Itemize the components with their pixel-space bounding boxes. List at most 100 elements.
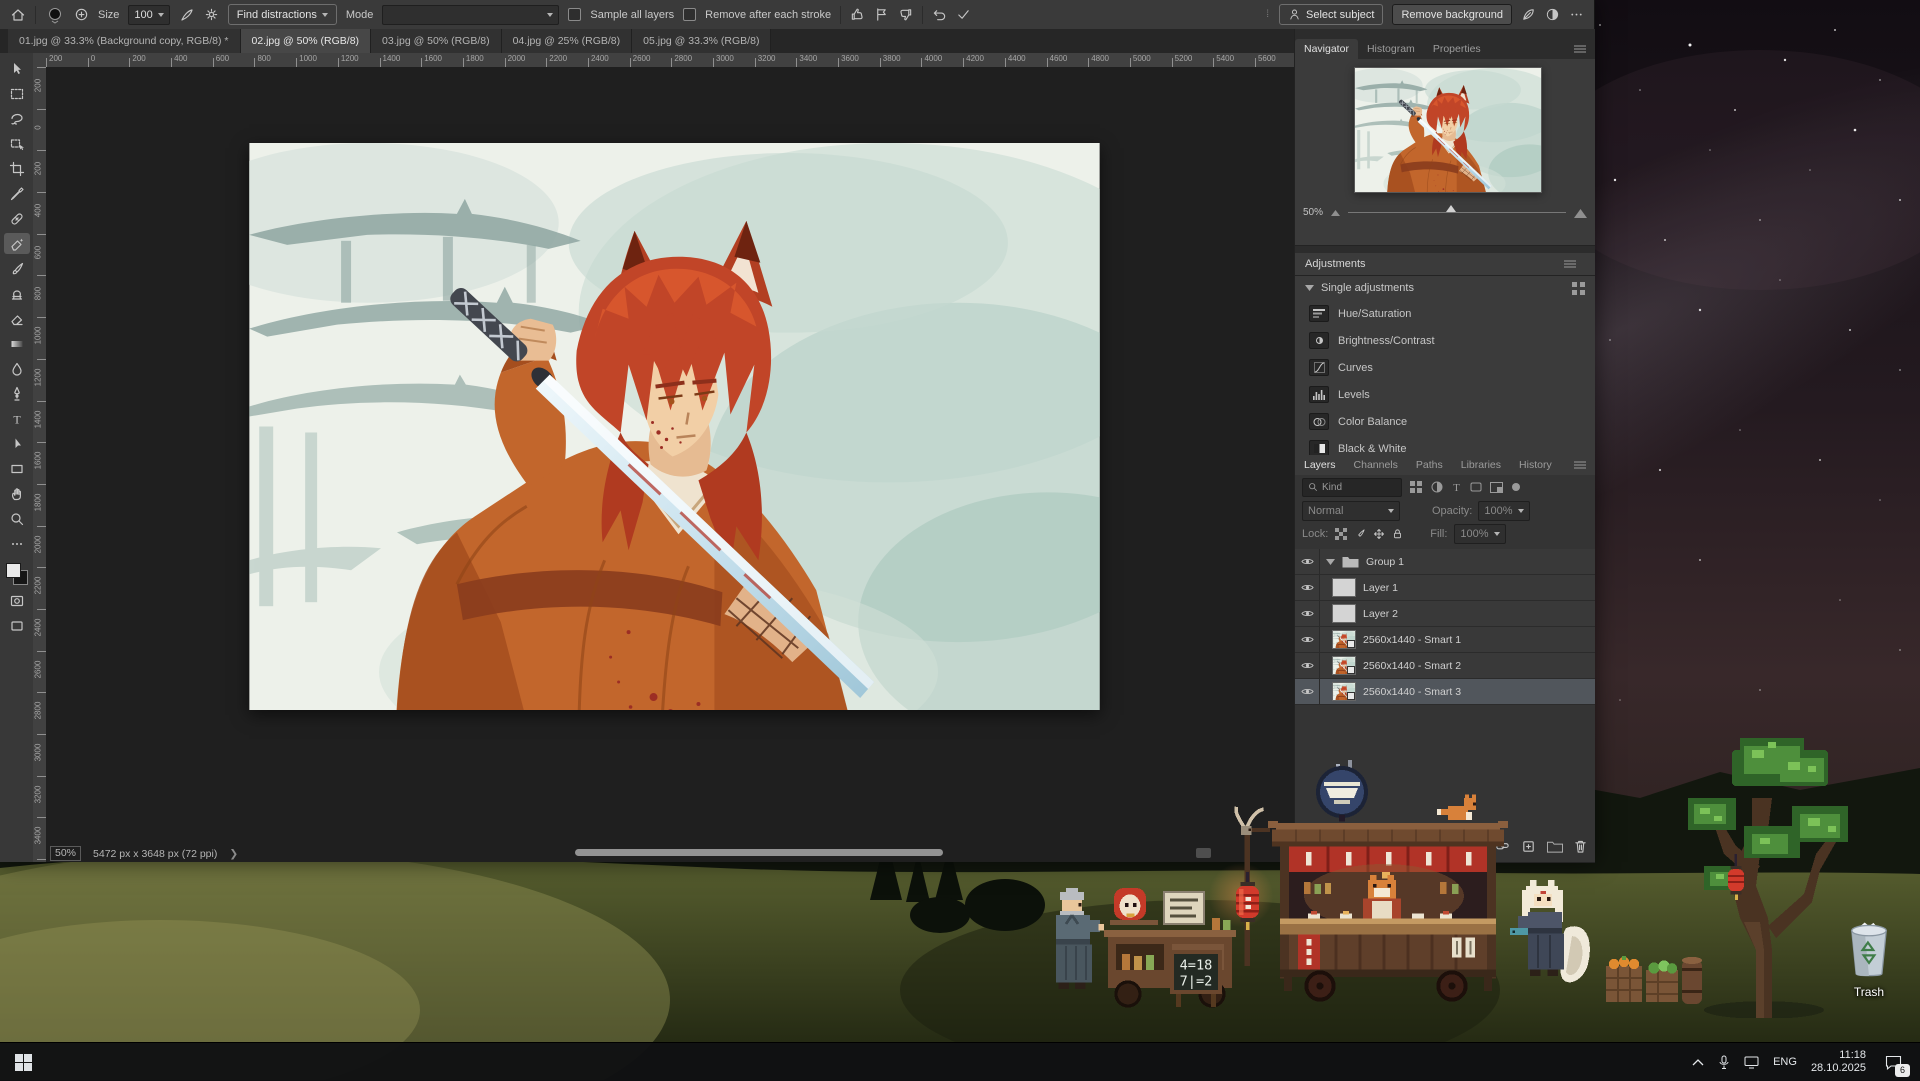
- document-image[interactable]: [249, 143, 1100, 710]
- object-selection-tool[interactable]: [4, 133, 30, 154]
- single-adjustments-label[interactable]: Single adjustments: [1321, 282, 1414, 294]
- sample-all-layers-checkbox[interactable]: [568, 8, 581, 21]
- layer-thumbnail[interactable]: [1332, 578, 1356, 597]
- filter-toggle-icon[interactable]: [1511, 482, 1521, 492]
- undo-icon[interactable]: [932, 7, 947, 22]
- move-tool[interactable]: [4, 58, 30, 79]
- gradient-tool[interactable]: [4, 333, 30, 354]
- opacity-input[interactable]: 100%: [1478, 501, 1529, 521]
- recycle-bin[interactable]: Trash: [1833, 922, 1905, 999]
- navigator-zoom-value[interactable]: 50%: [1303, 207, 1323, 218]
- grid-view-icon[interactable]: [1572, 282, 1585, 295]
- layer-row-group[interactable]: Group 1: [1295, 549, 1595, 575]
- layer-name[interactable]: Group 1: [1366, 556, 1404, 568]
- smart-object-thumbnail[interactable]: [1332, 682, 1356, 701]
- slider-handle[interactable]: [1446, 205, 1456, 212]
- layer-row-smart[interactable]: 2560x1440 - Smart 1: [1295, 627, 1595, 653]
- filter-adjustment-layers-icon[interactable]: [1431, 481, 1443, 493]
- screen-mode-icon[interactable]: [4, 615, 30, 636]
- status-chevron-icon[interactable]: ❯: [229, 848, 238, 860]
- zoom-out-icon[interactable]: [1331, 208, 1340, 216]
- tab-histogram[interactable]: Histogram: [1358, 39, 1424, 59]
- tray-expand-icon[interactable]: [1692, 1058, 1704, 1066]
- group-expand-chevron-icon[interactable]: [1326, 559, 1335, 565]
- visibility-toggle[interactable]: [1295, 627, 1320, 652]
- zoom-tool[interactable]: [4, 508, 30, 529]
- collapse-chevron-icon[interactable]: [1305, 285, 1314, 291]
- lock-transparency-icon[interactable]: [1335, 528, 1347, 540]
- document-tab[interactable]: 05.jpg @ 33.3% (RGB/8): [632, 29, 771, 53]
- airbrush-icon[interactable]: [179, 7, 195, 23]
- blur-tool[interactable]: [4, 358, 30, 379]
- more-options-icon[interactable]: [1569, 7, 1584, 22]
- tab-navigator[interactable]: Navigator: [1295, 39, 1358, 59]
- display-icon[interactable]: [1744, 1056, 1759, 1069]
- lock-pixels-icon[interactable]: [1354, 528, 1366, 540]
- lasso-tool[interactable]: [4, 108, 30, 129]
- filter-shape-layers-icon[interactable]: [1470, 481, 1482, 493]
- mode-select[interactable]: [382, 5, 559, 25]
- delete-layer-icon[interactable]: [1574, 839, 1587, 854]
- new-layer-icon[interactable]: [1521, 839, 1536, 854]
- tab-history[interactable]: History: [1510, 455, 1561, 475]
- feather-icon[interactable]: [1521, 7, 1536, 22]
- thumbs-down-icon[interactable]: [898, 7, 913, 22]
- filter-type-layers-icon[interactable]: T: [1451, 481, 1462, 493]
- layer-row[interactable]: Layer 2: [1295, 601, 1595, 627]
- layer-name[interactable]: 2560x1440 - Smart 3: [1363, 686, 1461, 698]
- pen-tool[interactable]: [4, 383, 30, 404]
- tab-layers[interactable]: Layers: [1295, 455, 1345, 475]
- visibility-toggle[interactable]: [1295, 575, 1320, 600]
- document-tab[interactable]: 03.jpg @ 50% (RGB/8): [371, 29, 502, 53]
- contrast-icon[interactable]: [1545, 7, 1560, 22]
- crop-tool[interactable]: [4, 158, 30, 179]
- layer-thumbnail[interactable]: [1332, 604, 1356, 623]
- start-button[interactable]: [0, 1043, 46, 1081]
- panel-menu-icon[interactable]: [1573, 460, 1587, 470]
- adjustment-item[interactable]: Curves: [1295, 354, 1595, 381]
- horizontal-scrollbar[interactable]: [575, 849, 943, 856]
- thumbs-up-icon[interactable]: [850, 7, 865, 22]
- smart-object-thumbnail[interactable]: [1332, 656, 1356, 675]
- remove-after-each-stroke-checkbox[interactable]: [683, 8, 696, 21]
- navigator-zoom-slider[interactable]: [1348, 212, 1566, 213]
- layer-name[interactable]: Layer 1: [1363, 582, 1398, 594]
- select-subject-button[interactable]: Select subject: [1279, 4, 1383, 25]
- panel-menu-icon[interactable]: [1563, 259, 1577, 269]
- recycle-bin-icon[interactable]: [1847, 922, 1891, 978]
- layer-row[interactable]: Layer 1: [1295, 575, 1595, 601]
- hand-tool[interactable]: [4, 483, 30, 504]
- visibility-toggle[interactable]: [1295, 549, 1320, 574]
- lock-all-icon[interactable]: [1392, 528, 1403, 540]
- zoom-in-icon[interactable]: [1574, 207, 1587, 218]
- quick-mask-icon[interactable]: [4, 590, 30, 611]
- adjustment-item[interactable]: Color Balance: [1295, 408, 1595, 435]
- new-group-icon[interactable]: [1547, 840, 1563, 853]
- tab-channels[interactable]: Channels: [1345, 455, 1407, 475]
- tab-paths[interactable]: Paths: [1407, 455, 1452, 475]
- taskbar-clock[interactable]: 11:18 28.10.2025: [1811, 1049, 1866, 1075]
- brush-preset-icon[interactable]: [45, 5, 65, 25]
- gear-icon[interactable]: [204, 7, 219, 22]
- size-input[interactable]: 100: [128, 5, 169, 25]
- layer-name[interactable]: 2560x1440 - Smart 2: [1363, 660, 1461, 672]
- type-tool[interactable]: T: [4, 408, 30, 429]
- fill-input[interactable]: 100%: [1454, 524, 1505, 544]
- layer-filter-input[interactable]: Kind: [1302, 478, 1402, 497]
- tab-libraries[interactable]: Libraries: [1452, 455, 1510, 475]
- visibility-toggle[interactable]: [1295, 679, 1320, 704]
- layer-name[interactable]: 2560x1440 - Smart 1: [1363, 634, 1461, 646]
- foreground-color-swatch[interactable]: [6, 563, 21, 578]
- layer-name[interactable]: Layer 2: [1363, 608, 1398, 620]
- adjustment-item[interactable]: Levels: [1295, 381, 1595, 408]
- visibility-toggle[interactable]: [1295, 653, 1320, 678]
- action-center-button[interactable]: 6: [1880, 1049, 1906, 1075]
- visibility-toggle[interactable]: [1295, 601, 1320, 626]
- status-zoom[interactable]: 50%: [50, 846, 81, 861]
- path-selection-tool[interactable]: [4, 433, 30, 454]
- language-indicator[interactable]: ENG: [1773, 1056, 1797, 1068]
- marquee-tool[interactable]: [4, 83, 30, 104]
- spot-healing-tool[interactable]: [4, 208, 30, 229]
- blend-mode-select[interactable]: Normal: [1302, 501, 1400, 521]
- color-swatches[interactable]: [5, 562, 29, 586]
